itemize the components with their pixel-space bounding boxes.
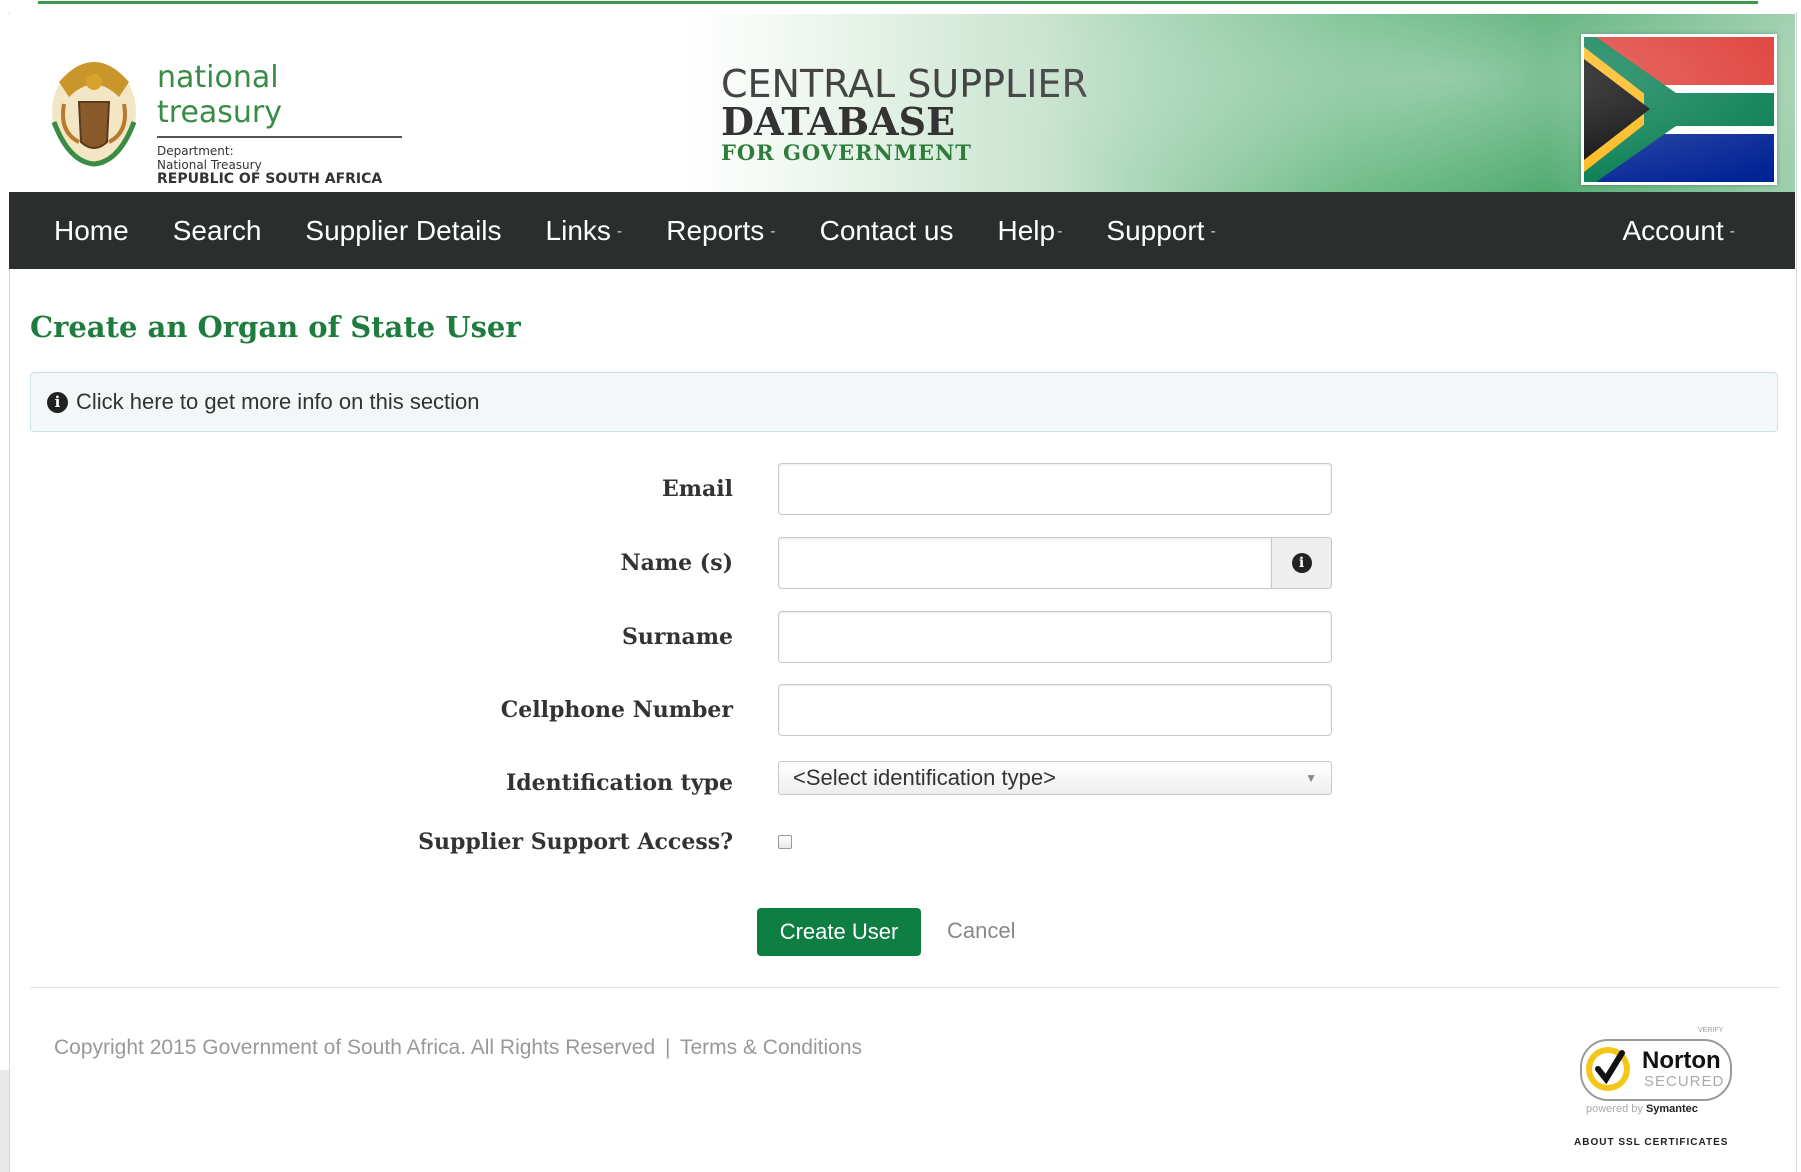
brand-line-2: National Treasury xyxy=(157,158,262,172)
nav-help-label: Help xyxy=(997,214,1056,246)
nav-supplier-details[interactable]: Supplier Details xyxy=(283,215,523,247)
info-panel-toggle[interactable]: i Click here to get more info on this se… xyxy=(30,372,1778,432)
names-label: Name (s) xyxy=(620,550,733,576)
nav-contact-us[interactable]: Contact us xyxy=(798,215,976,247)
names-row: Name (s) i xyxy=(0,537,1801,589)
cellphone-field[interactable] xyxy=(778,684,1332,736)
email-row: Email xyxy=(0,463,1801,515)
footer-divider xyxy=(30,987,1780,988)
about-ssl-link[interactable]: ABOUT SSL CERTIFICATES xyxy=(1574,1137,1728,1148)
caret-down-icon: - xyxy=(1210,223,1216,241)
south-africa-flag-icon xyxy=(1581,34,1777,185)
csd-line-2: DATABASE xyxy=(721,99,956,144)
names-info-button[interactable]: i xyxy=(1271,537,1332,589)
id-type-selected-value: <Select identification type> xyxy=(793,765,1056,790)
csd-logo: CENTRAL SUPPLIER DATABASE FOR GOVERNMENT xyxy=(721,64,1088,166)
norton-secured-text: SECURED xyxy=(1644,1073,1725,1090)
nav-links-label: Links xyxy=(545,214,611,246)
norton-powered-brand: Symantec xyxy=(1645,1103,1698,1115)
id-type-row: Identification type <Select identificati… xyxy=(0,755,1801,807)
cellphone-row: Cellphone Number xyxy=(0,684,1801,736)
brand-line-3: REPUBLIC OF SOUTH AFRICA xyxy=(157,171,383,187)
page-title: Create an Organ of State User xyxy=(30,310,521,344)
support-access-row: Supplier Support Access? xyxy=(0,816,1801,868)
csd-line-1: CENTRAL SUPPLIER xyxy=(721,62,1088,106)
coat-of-arms-icon xyxy=(51,62,137,167)
names-input-group: i xyxy=(778,537,1332,589)
id-type-select[interactable]: <Select identification type> ▼ xyxy=(778,761,1332,795)
email-label: Email xyxy=(661,476,733,502)
national-treasury-logo: national treasury Department: National T… xyxy=(157,60,412,186)
nav-search[interactable]: Search xyxy=(151,215,284,247)
header-banner: national treasury Department: National T… xyxy=(9,14,1795,192)
nav-account-dropdown[interactable]: Account - xyxy=(1601,215,1796,247)
nav-reports-label: Reports xyxy=(666,214,765,246)
nav-search-label: Search xyxy=(172,214,262,246)
brand-rule xyxy=(157,136,402,138)
left-edge-shade xyxy=(0,1070,9,1172)
nav-home[interactable]: Home xyxy=(9,215,151,247)
norton-verify-text: VERIFY xyxy=(1698,1027,1724,1034)
caret-down-icon: - xyxy=(1729,223,1735,241)
surname-row: Surname xyxy=(0,611,1801,663)
main-navbar: Home Search Supplier Details Links - Repo… xyxy=(9,192,1795,269)
cancel-button[interactable]: Cancel xyxy=(947,918,1015,944)
chevron-down-icon: ▼ xyxy=(1305,771,1317,785)
nav-support-dropdown[interactable]: Support - xyxy=(1084,215,1237,247)
caret-down-icon: - xyxy=(770,223,776,241)
norton-powered-prefix: powered by xyxy=(1586,1103,1643,1115)
info-circle-icon: i xyxy=(1291,553,1312,573)
brand-line-1: Department: xyxy=(157,144,234,158)
footer-copyright: Copyright 2015 Government of South Afric… xyxy=(54,1036,862,1060)
csd-line-3: FOR GOVERNMENT xyxy=(721,140,972,165)
nav-supplier-details-label: Supplier Details xyxy=(305,214,502,246)
names-field[interactable] xyxy=(778,537,1272,589)
surname-label: Surname xyxy=(622,624,733,650)
nav-account-label: Account xyxy=(1622,214,1724,246)
nav-help-dropdown[interactable]: Help - xyxy=(975,215,1084,247)
terms-link[interactable]: Terms & Conditions xyxy=(680,1036,862,1059)
support-access-checkbox[interactable] xyxy=(778,835,792,849)
copyright-text: Copyright 2015 Government of South Afric… xyxy=(54,1036,656,1059)
support-access-label: Supplier Support Access? xyxy=(418,829,733,855)
norton-name: Norton xyxy=(1642,1047,1721,1074)
nav-support-label: Support xyxy=(1106,214,1205,246)
norton-powered-by: powered by Symantec xyxy=(1586,1103,1698,1115)
checkmark-icon xyxy=(1586,1047,1630,1091)
nav-home-label: Home xyxy=(54,214,129,246)
norton-badge: Norton SECURED xyxy=(1580,1039,1732,1101)
top-accent-line xyxy=(38,1,1758,4)
footer-separator: | xyxy=(665,1036,671,1059)
nav-links-dropdown[interactable]: Links - xyxy=(524,215,645,247)
create-user-button[interactable]: Create User xyxy=(757,908,921,956)
email-field[interactable] xyxy=(778,463,1332,515)
brand-title: national treasury xyxy=(157,60,283,130)
surname-field[interactable] xyxy=(778,611,1332,663)
caret-down-icon: - xyxy=(616,223,623,241)
info-circle-icon: i xyxy=(47,391,68,413)
cellphone-label: Cellphone Number xyxy=(500,697,733,723)
caret-down-icon: - xyxy=(1057,223,1063,241)
nav-contact-us-label: Contact us xyxy=(819,214,954,246)
id-type-label: Identification type xyxy=(505,770,733,796)
info-panel-text: Click here to get more info on this sect… xyxy=(76,389,480,414)
nav-reports-dropdown[interactable]: Reports - xyxy=(644,215,797,247)
norton-secured-seal[interactable]: VERIFY Norton SECURED powered by Symante… xyxy=(1570,1025,1770,1155)
